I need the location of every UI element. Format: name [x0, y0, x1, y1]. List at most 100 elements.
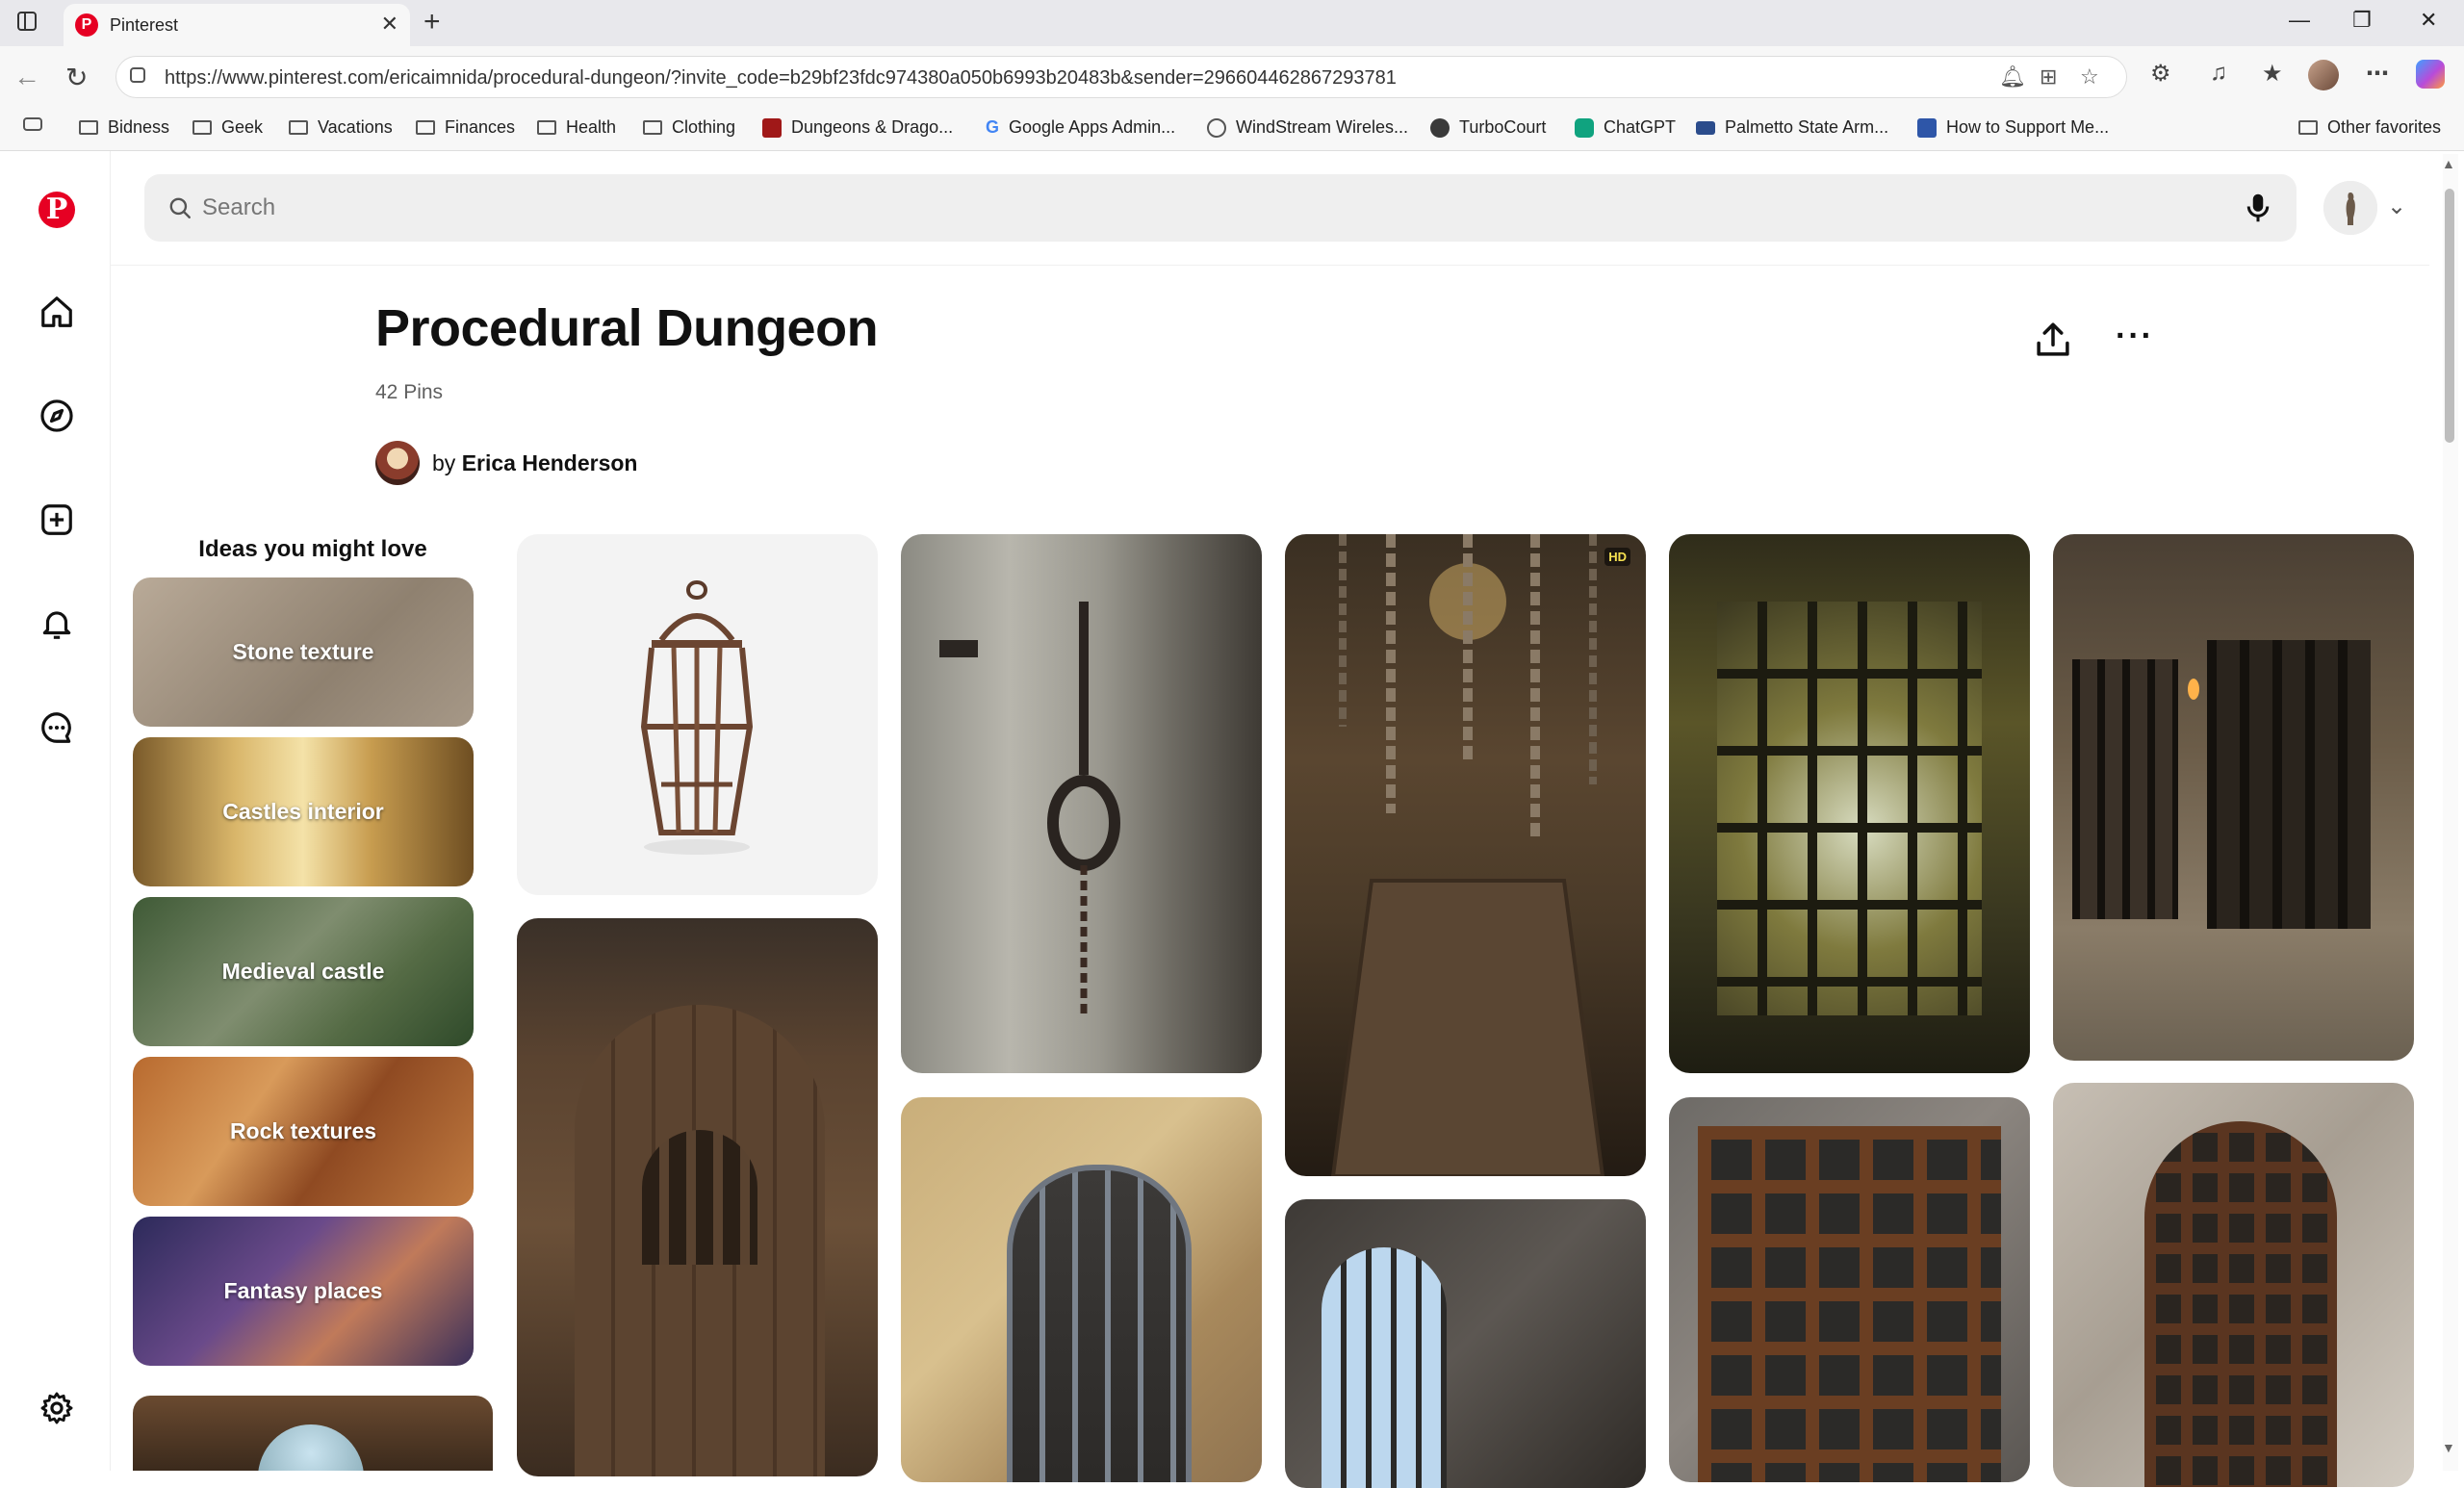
idea-castles-interior[interactable]: Castles interior	[133, 737, 474, 886]
browser-tab-strip: P Pinterest ✕ + — ❐ ✕	[0, 0, 2464, 46]
favorite-item[interactable]: Health	[537, 117, 616, 138]
favorite-item[interactable]: Bidness	[79, 117, 169, 138]
favorite-item[interactable]: Finances	[416, 117, 515, 138]
pin-chains-dungeon[interactable]: HD	[1285, 534, 1646, 1176]
close-tab-icon[interactable]: ✕	[381, 12, 398, 37]
barred-window-image	[1322, 1247, 1447, 1488]
settings-more-icon[interactable]: ⋯	[2366, 60, 2389, 88]
folder-icon	[537, 120, 556, 135]
favorite-item[interactable]: Palmetto State Arm...	[1696, 117, 1888, 138]
pin-window-bars[interactable]	[1285, 1199, 1646, 1488]
favorites-bar: Bidness Geek Vacations Finances Health C…	[0, 110, 2464, 151]
google-icon: G	[986, 117, 1000, 137]
pin-rusty-grate[interactable]	[1669, 1097, 2030, 1482]
favorite-star-icon[interactable]: ☆	[2080, 64, 2099, 90]
wall-shackle-image	[939, 602, 1120, 1015]
refresh-icon[interactable]: ↻	[65, 62, 88, 93]
copilot-icon[interactable]	[2416, 60, 2445, 89]
idea-rock-textures[interactable]: Rock textures	[133, 1057, 474, 1206]
board-title: Procedural Dungeon	[375, 299, 879, 357]
owner-name-link[interactable]: Erica Henderson	[462, 450, 638, 475]
favorite-item[interactable]: ChatGPT	[1575, 117, 1676, 138]
turbocourt-icon	[1430, 117, 1450, 138]
scroll-down-icon[interactable]: ▼	[2442, 1440, 2455, 1455]
scroll-up-icon[interactable]: ▲	[2442, 156, 2455, 171]
profile-avatar[interactable]	[2308, 60, 2339, 90]
prison-bars-image	[2207, 640, 2371, 929]
idea-fantasy-places[interactable]: Fantasy places	[133, 1217, 474, 1366]
share-upload-icon[interactable]	[2033, 320, 2073, 365]
folder-icon	[192, 120, 212, 135]
favorite-item[interactable]: G Google Apps Admin...	[986, 117, 1175, 138]
pin-iron-gate-corridor[interactable]	[1669, 534, 2030, 1073]
settings-gear-icon[interactable]	[35, 1386, 79, 1430]
favorite-item[interactable]: Dungeons & Drago...	[762, 117, 953, 138]
tab-title: Pinterest	[110, 15, 179, 35]
by-label: by	[432, 450, 456, 475]
favorite-item[interactable]: TurboCourt	[1430, 117, 1546, 138]
notification-bell-icon[interactable]: 🔔︎	[1999, 64, 2026, 90]
pin-wall-shackle[interactable]	[901, 534, 1262, 1073]
rusty-grate-image	[1698, 1126, 2001, 1482]
pinterest-favicon-icon: P	[75, 13, 98, 37]
other-favorites[interactable]: Other favorites	[2298, 117, 2441, 138]
pin-iron-cage[interactable]	[517, 534, 878, 895]
explore-compass-icon[interactable]	[35, 394, 79, 438]
board-owner: by Erica Henderson	[432, 450, 637, 476]
idea-stone-texture[interactable]: Stone texture	[133, 577, 474, 727]
more-options-icon[interactable]: ···	[2116, 318, 2154, 355]
tab-actions-icon[interactable]	[17, 12, 37, 31]
minimize-icon[interactable]: —	[2289, 8, 2310, 33]
header-divider	[110, 265, 2429, 266]
close-window-icon[interactable]: ✕	[2420, 8, 2437, 33]
idea-label: Stone texture	[232, 639, 374, 664]
account-chevron-down-icon[interactable]: ⌄	[2387, 192, 2406, 220]
reading-list-icon[interactable]	[23, 117, 42, 131]
favorites-list-icon[interactable]: ★	[2262, 60, 2283, 88]
idea-label: Fantasy places	[223, 1278, 383, 1303]
torch-flame-image	[2188, 679, 2199, 700]
read-aloud-icon[interactable]: ♫	[2210, 60, 2227, 87]
favorite-item[interactable]: WindStream Wireles...	[1207, 117, 1408, 138]
idea-label: Medieval castle	[221, 959, 385, 984]
folder-icon	[416, 120, 435, 135]
pin-stone-arch-grate[interactable]	[2053, 1083, 2414, 1487]
pinterest-logo-icon[interactable]: P	[38, 192, 75, 228]
app-available-icon[interactable]: ⊞	[2040, 64, 2057, 90]
favorite-item[interactable]: How to Support Me...	[1917, 117, 2109, 138]
microphone-icon[interactable]	[2241, 190, 2275, 231]
pinterest-sidebar: P	[0, 151, 111, 1471]
idea-card-partial[interactable]	[133, 1396, 493, 1471]
create-pin-icon[interactable]	[35, 498, 79, 542]
favorite-item[interactable]: Clothing	[643, 117, 735, 138]
pin-prison-cells[interactable]	[2053, 534, 2414, 1061]
site-info-icon[interactable]	[130, 67, 145, 83]
owner-avatar[interactable]	[375, 441, 420, 485]
user-avatar[interactable]	[2323, 181, 2377, 235]
folder-icon	[643, 120, 662, 135]
psa-icon	[1696, 120, 1715, 135]
ideas-heading: Ideas you might love	[198, 536, 427, 562]
idea-medieval-castle[interactable]: Medieval castle	[133, 897, 474, 1046]
pin-wooden-door[interactable]	[517, 918, 878, 1476]
home-icon[interactable]	[35, 290, 79, 334]
search-input[interactable]: Search	[202, 194, 275, 221]
favorite-item[interactable]: Geek	[192, 117, 263, 138]
back-arrow-icon[interactable]: ←	[13, 62, 40, 92]
arch-grate-image	[2144, 1121, 2337, 1487]
notifications-bell-icon[interactable]	[35, 602, 79, 646]
pin-arched-gate[interactable]	[901, 1097, 1262, 1482]
search-bar[interactable]: Search	[144, 174, 2297, 242]
favorite-item[interactable]: Vacations	[289, 117, 393, 138]
scrollbar-thumb[interactable]	[2445, 189, 2454, 443]
url-text[interactable]: https://www.pinterest.com/ericaimnida/pr…	[165, 67, 1397, 90]
search-icon	[167, 195, 192, 225]
restore-icon[interactable]: ❐	[2352, 8, 2372, 33]
address-bar[interactable]: https://www.pinterest.com/ericaimnida/pr…	[116, 56, 2127, 98]
extensions-icon[interactable]: ⚙︎	[2150, 60, 2171, 88]
messages-icon[interactable]	[35, 706, 79, 750]
browser-tab-pinterest[interactable]: P Pinterest ✕	[64, 4, 410, 46]
new-tab-button[interactable]: +	[424, 6, 441, 38]
folder-icon	[289, 120, 308, 135]
chains-image	[1330, 534, 1605, 1176]
